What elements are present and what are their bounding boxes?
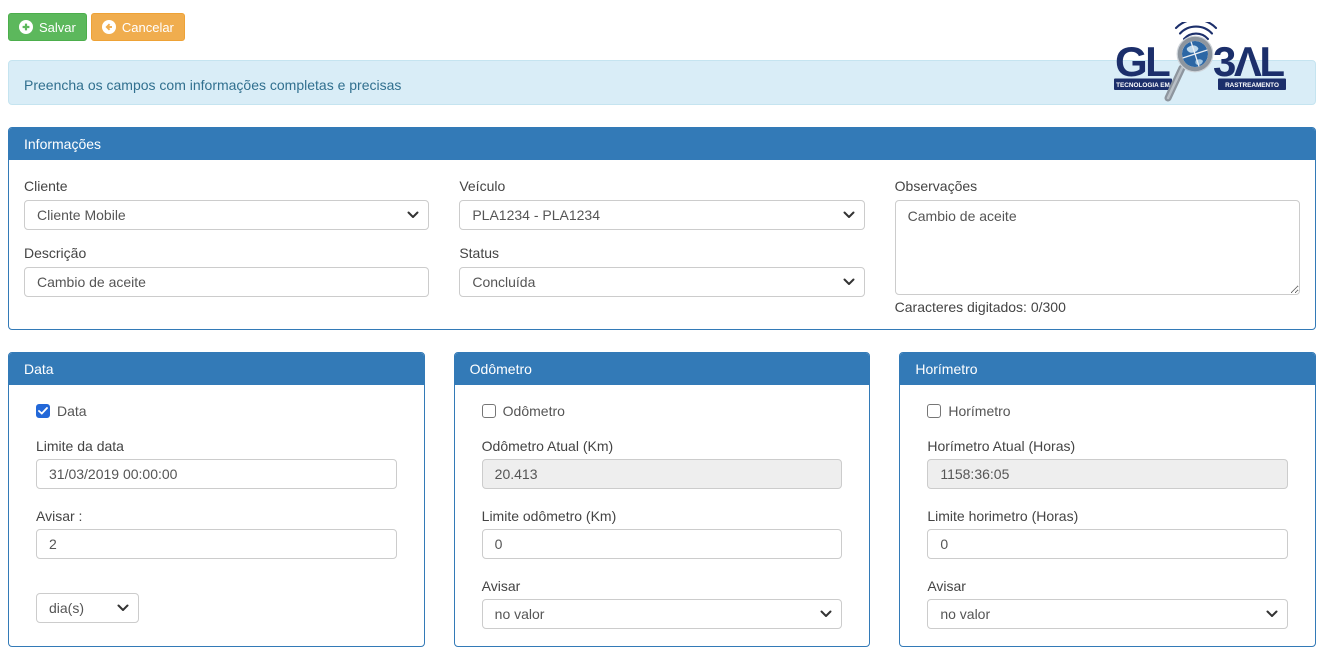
informacoes-panel: Informações Cliente Cliente Mobile (8, 127, 1316, 330)
logo-tagline-right: RASTREAMENTO (1225, 82, 1279, 89)
chevron-down-icon (843, 278, 855, 286)
cliente-select[interactable]: Cliente Mobile (24, 200, 429, 230)
horimetro-panel: Horímetro Horímetro Horímetro Atual (Hor… (899, 352, 1316, 647)
odometro-avisar-select-value: no valor (495, 606, 545, 622)
logo-tagline-left: TECNOLOGIA EM (1116, 82, 1170, 89)
odometro-checkbox-label: Odômetro (503, 403, 565, 419)
horimetro-checkbox[interactable] (927, 404, 941, 418)
horimetro-avisar-label: Avisar (927, 578, 1288, 594)
descricao-label: Descrição (24, 245, 429, 261)
save-button[interactable]: Salvar (8, 13, 87, 41)
arrow-circle-left-icon (102, 20, 116, 34)
odometro-avisar-select[interactable]: no valor (482, 599, 843, 629)
status-label: Status (459, 245, 864, 261)
horimetro-panel-title: Horímetro (900, 353, 1315, 385)
limits-row: Data Data Limite da data Avisar : dia(s) (8, 352, 1316, 647)
character-counter: Caracteres digitados: 0/300 (895, 299, 1300, 315)
magnifier-globe-icon (1168, 35, 1214, 98)
observacoes-label: Observações (895, 178, 1300, 194)
unit-select-value: dia(s) (49, 600, 84, 616)
cliente-label: Cliente (24, 178, 429, 194)
odometro-panel-title: Odômetro (455, 353, 870, 385)
odometro-avisar-label: Avisar (482, 578, 843, 594)
horimetro-avisar-select-value: no valor (940, 606, 990, 622)
cancel-button[interactable]: Cancelar (91, 13, 185, 41)
horimetro-avisar-select[interactable]: no valor (927, 599, 1288, 629)
limite-data-input[interactable] (36, 459, 397, 489)
cancel-button-label: Cancelar (122, 20, 174, 35)
horimetro-atual-label: Horímetro Atual (Horas) (927, 438, 1288, 454)
descricao-input[interactable] (24, 267, 429, 297)
veiculo-select-value: PLA1234 - PLA1234 (472, 207, 600, 223)
plus-circle-icon (19, 20, 33, 34)
status-select[interactable]: Concluída (459, 267, 864, 297)
status-select-value: Concluída (472, 274, 535, 290)
data-checkbox[interactable] (36, 404, 50, 418)
chevron-down-icon (407, 211, 419, 219)
globe-magnifier-logo: GL 3ΛL TECNOLOGIA EM RASTREAMENTO (1114, 22, 1290, 106)
info-alert-text: Preencha os campos com informações compl… (24, 77, 401, 93)
informacoes-col-3: Observações Cambio de aceite Caracteres … (895, 176, 1300, 315)
informacoes-col-1: Cliente Cliente Mobile Descrição (24, 176, 429, 315)
informacoes-panel-title: Informações (9, 128, 1315, 160)
odometro-atual-input (482, 459, 843, 489)
brand-logo: GL 3ΛL TECNOLOGIA EM RASTREAMENTO (1114, 22, 1290, 106)
limite-odometro-input[interactable] (482, 529, 843, 559)
save-button-label: Salvar (39, 20, 76, 35)
logo-text-left: GL (1115, 38, 1170, 85)
horimetro-checkbox-label: Horímetro (948, 403, 1010, 419)
chevron-down-icon (843, 211, 855, 219)
data-checkbox-label: Data (57, 403, 87, 419)
limite-odometro-label: Limite odômetro (Km) (482, 508, 843, 524)
informacoes-col-2: Veículo PLA1234 - PLA1234 Status Concluí… (459, 176, 864, 315)
unit-select[interactable]: dia(s) (36, 593, 139, 623)
odometro-panel: Odômetro Odômetro Odômetro Atual (Km) Li… (454, 352, 871, 647)
veiculo-select[interactable]: PLA1234 - PLA1234 (459, 200, 864, 230)
horimetro-atual-input (927, 459, 1288, 489)
data-panel-title: Data (9, 353, 424, 385)
odometro-atual-label: Odômetro Atual (Km) (482, 438, 843, 454)
limite-horimetro-input[interactable] (927, 529, 1288, 559)
limite-data-label: Limite da data (36, 438, 397, 454)
observacoes-textarea[interactable]: Cambio de aceite (895, 200, 1300, 295)
odometro-checkbox[interactable] (482, 404, 496, 418)
chevron-down-icon (117, 604, 129, 612)
data-avisar-input[interactable] (36, 529, 397, 559)
veiculo-label: Veículo (459, 178, 864, 194)
chevron-down-icon (1266, 610, 1278, 618)
chevron-down-icon (820, 610, 832, 618)
data-panel: Data Data Limite da data Avisar : dia(s) (8, 352, 425, 647)
limite-horimetro-label: Limite horimetro (Horas) (927, 508, 1288, 524)
cliente-select-value: Cliente Mobile (37, 207, 126, 223)
logo-text-right: 3ΛL (1213, 38, 1284, 85)
data-avisar-label: Avisar : (36, 508, 397, 524)
